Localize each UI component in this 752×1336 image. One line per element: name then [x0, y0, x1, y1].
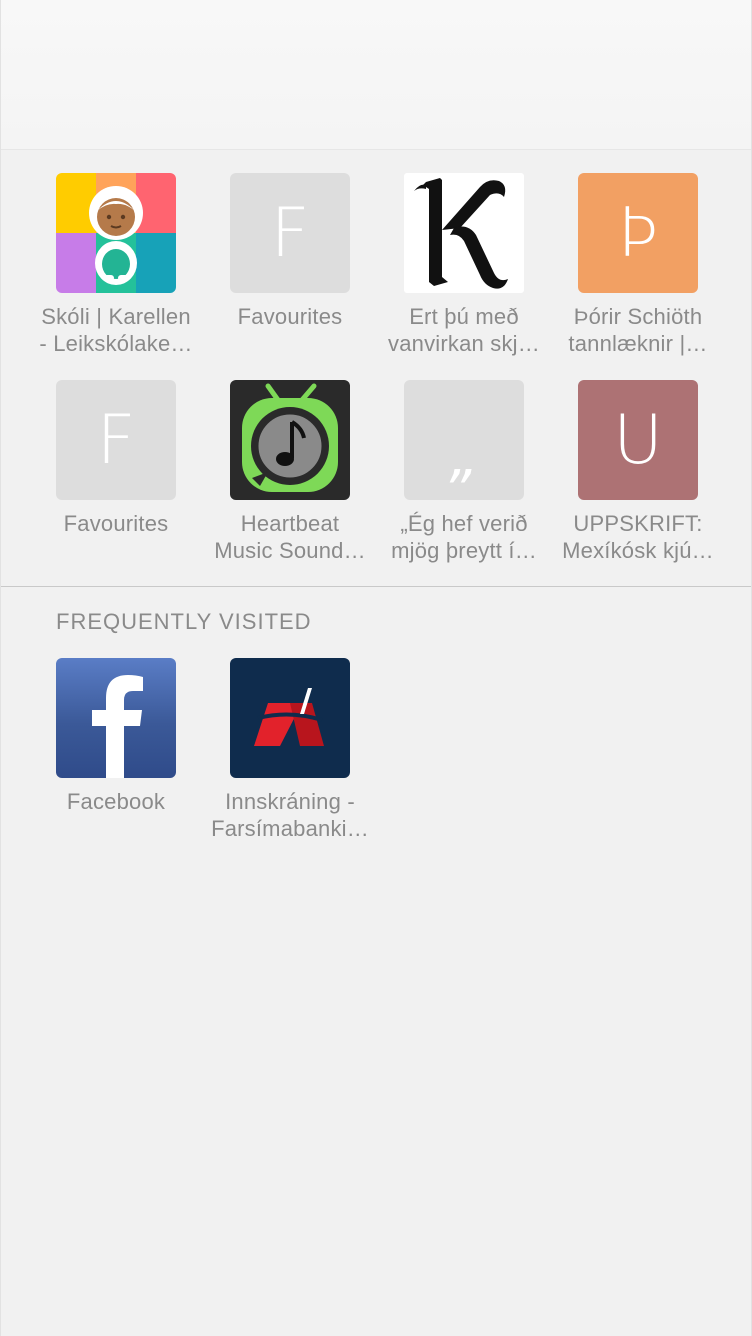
favourite-tile-ert-thu-med[interactable]: Ert þú með vanvirkan skj… [377, 173, 551, 357]
tile-label: Facebook [66, 789, 166, 814]
tile-label: Heartbeat Music Sound… [214, 511, 366, 563]
frequent-tile-facebook[interactable]: Facebook [29, 658, 203, 815]
letter-u-icon: U [578, 380, 698, 500]
speed-dial-page: Skóli | Karellen - Leikskólake… F Favour… [0, 0, 752, 1336]
address-bar-area[interactable] [1, 0, 751, 150]
favourite-tile-heartbeat[interactable]: Heartbeat Music Sound… [203, 380, 377, 564]
music-tv-icon [230, 380, 350, 500]
gothic-k-icon [404, 173, 524, 293]
frequently-visited-heading: FREQUENTLY VISITED [56, 609, 312, 634]
facebook-icon [56, 658, 176, 778]
tile-label: Skóli | Karellen - Leikskólake… [39, 304, 193, 356]
section-divider [1, 586, 751, 587]
tile-label: Þórir Schiöth tannlæknir |… [568, 304, 708, 356]
favourite-tile-favourites-2[interactable]: F Favourites [29, 380, 203, 537]
favourite-tile-favourites-1[interactable]: F Favourites [203, 173, 377, 330]
tile-label: Ert þú með vanvirkan skj… [388, 304, 540, 356]
karellen-app-icon [56, 173, 176, 293]
tile-label: Innskráning - Farsímabanki… [211, 789, 369, 841]
tile-label: Favourites [237, 304, 343, 329]
favourite-tile-karellen[interactable]: Skóli | Karellen - Leikskólake… [29, 173, 203, 357]
bank-logo-icon [230, 658, 350, 778]
tile-label: „Ég hef verið mjög þreytt í… [391, 511, 537, 563]
quote-mark-icon: „ [404, 380, 524, 500]
favourite-tile-eg-hef-verid[interactable]: „ „Ég hef verið mjög þreytt í… [377, 380, 551, 564]
favourite-tile-uppskrift[interactable]: U UPPSKRIFT: Mexíkósk kjú… [551, 380, 725, 564]
tile-label: Favourites [63, 511, 169, 536]
letter-f-icon: F [56, 380, 176, 500]
tile-label: UPPSKRIFT: Mexíkósk kjú… [562, 511, 714, 563]
favourite-tile-thorir-schioth[interactable]: Þ Þórir Schiöth tannlæknir |… [551, 173, 725, 357]
letter-f-icon: F [230, 173, 350, 293]
frequent-tile-innskraning[interactable]: Innskráning - Farsímabanki… [203, 658, 377, 842]
letter-thorn-icon: Þ [578, 173, 698, 293]
